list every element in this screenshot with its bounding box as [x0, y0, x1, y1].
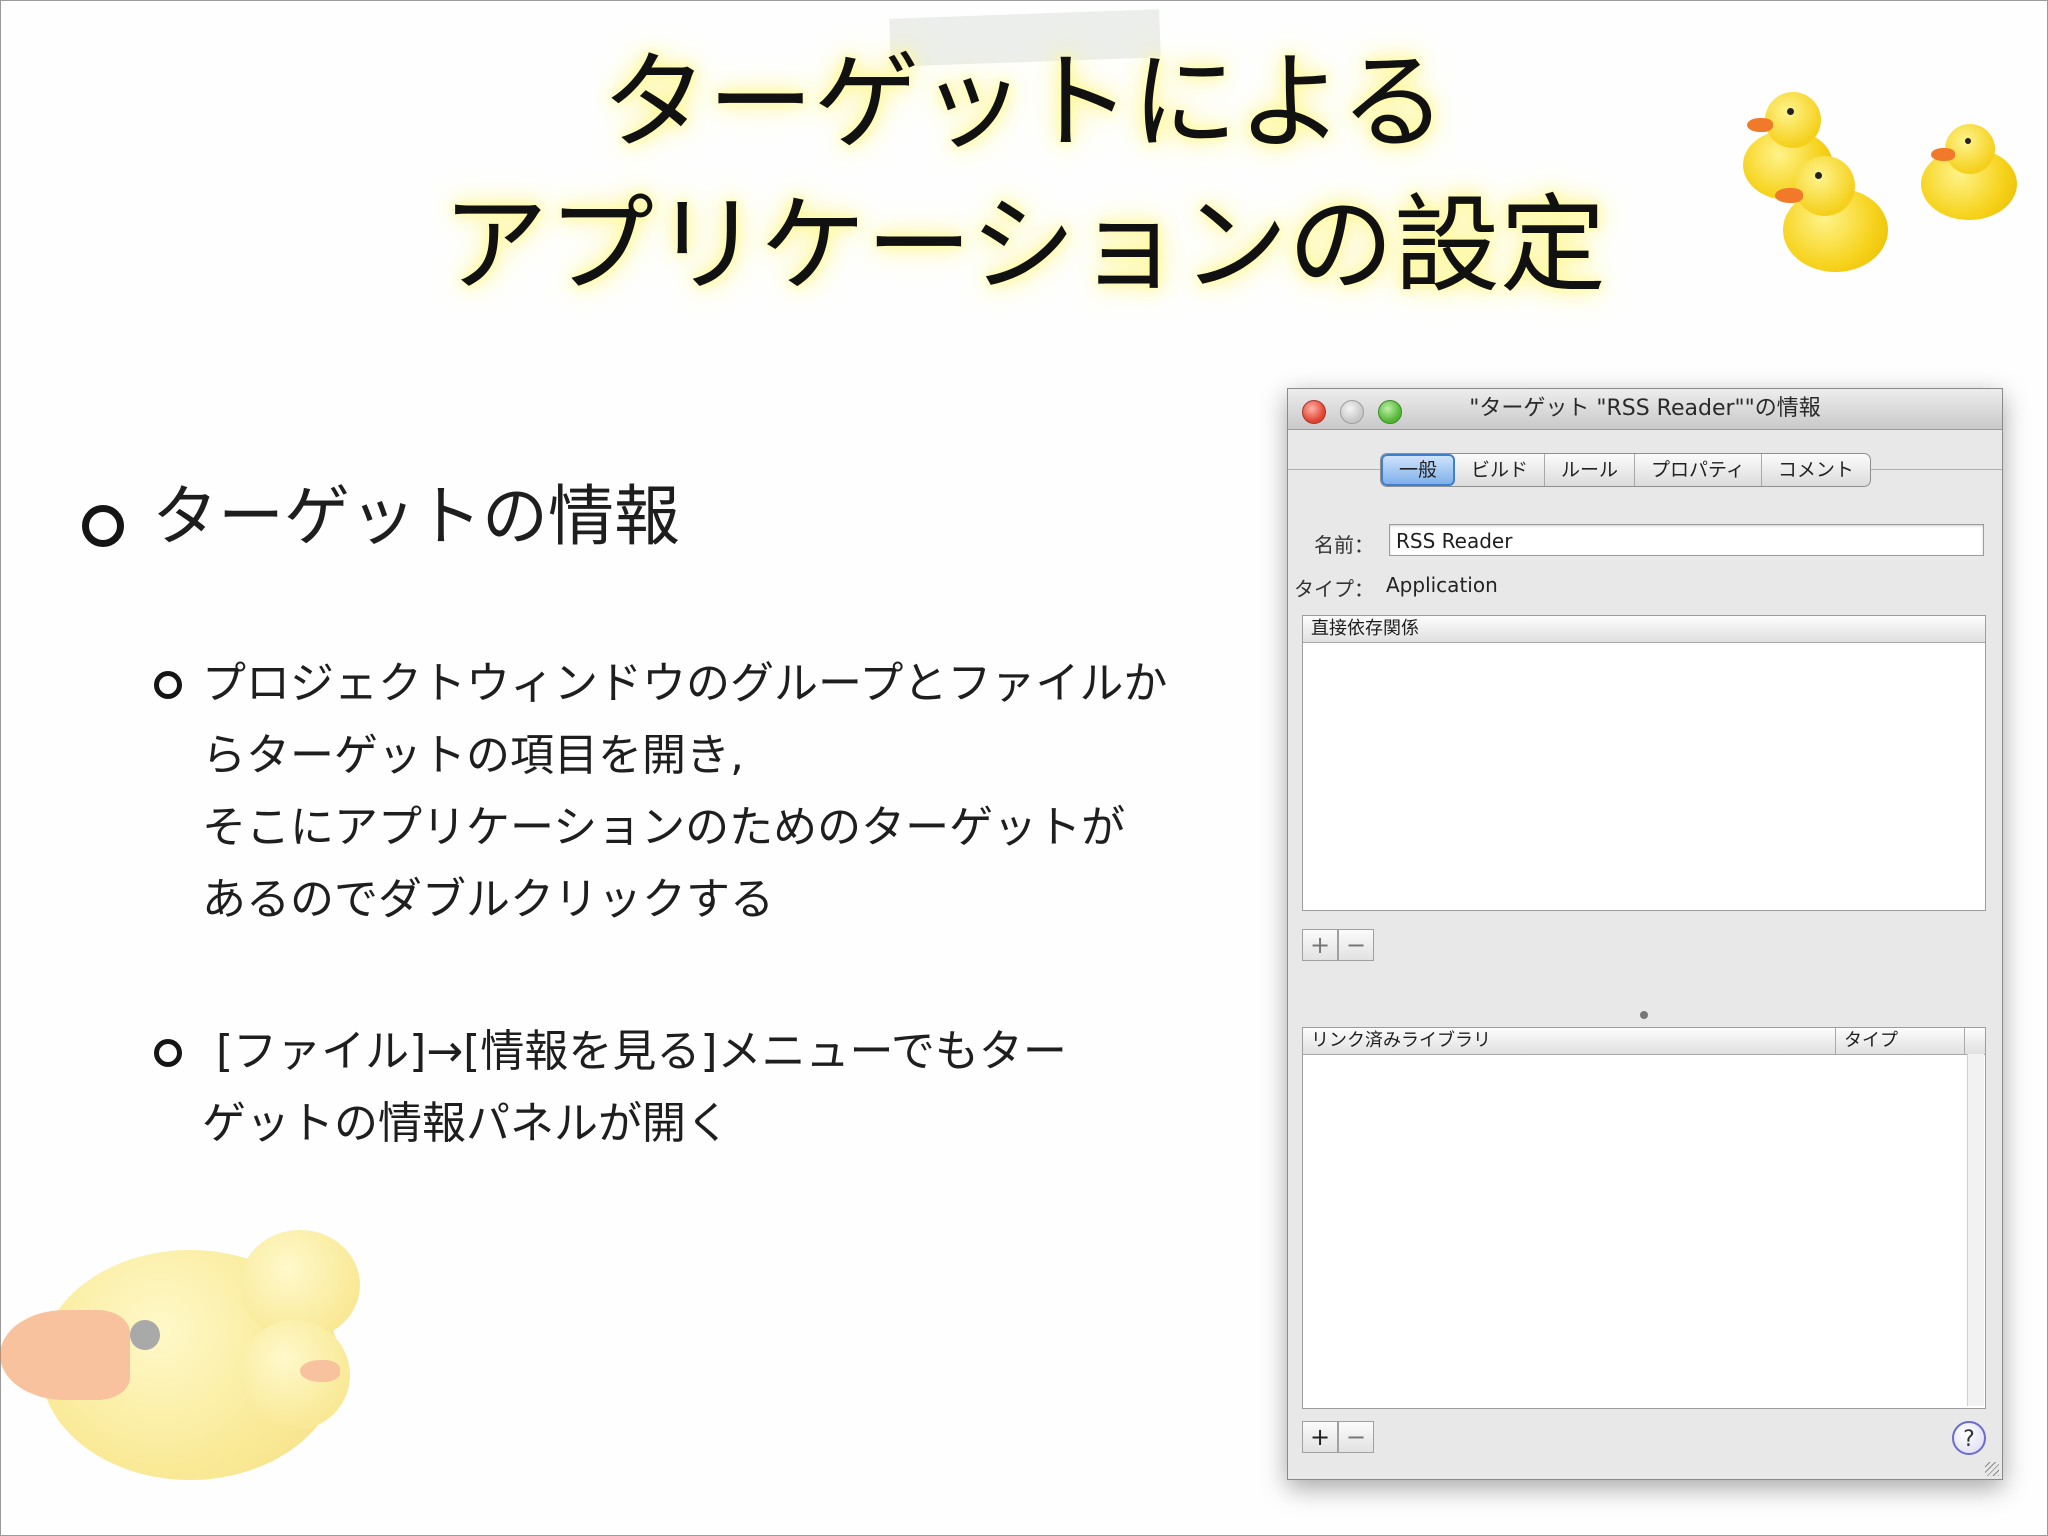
- window-titlebar[interactable]: "ターゲット "RSS Reader""の情報: [1288, 389, 2002, 430]
- tab-build[interactable]: ビルド: [1455, 454, 1546, 486]
- scrollbar[interactable]: [1967, 1054, 1984, 1406]
- sub-bullet-2: [ファイル]→[情報を見る]メニューでもター ゲットの情報パネルが開く: [202, 1016, 1067, 1160]
- sub-bullet-2-line: [ファイル]→[情報を見る]メニューでもター: [202, 1026, 1067, 1077]
- sub-bullet-1-line: そこにアプリケーションのためのターゲットが: [202, 802, 1126, 853]
- remove-library-button[interactable]: −: [1338, 1421, 1374, 1453]
- sub-bullet-2-line: ゲットの情報パネルが開く: [202, 1098, 730, 1149]
- add-library-button[interactable]: +: [1302, 1421, 1338, 1453]
- dependencies-header-label: 直接依存関係: [1311, 618, 1419, 639]
- linked-libraries-header-label: リンク済みライブラリ: [1311, 1030, 1491, 1051]
- bullet-icon: [82, 505, 124, 547]
- name-label: 名前：: [1314, 533, 1374, 557]
- resize-grip-icon[interactable]: [1985, 1462, 1999, 1476]
- duck-illustration-top-right: [1735, 92, 2017, 272]
- tab-properties[interactable]: プロパティ: [1635, 454, 1762, 486]
- help-button[interactable]: ?: [1952, 1421, 1986, 1455]
- tab-rules[interactable]: ルール: [1545, 454, 1636, 486]
- tab-general[interactable]: 一般: [1381, 454, 1456, 486]
- window-title: "ターゲット "RSS Reader""の情報: [1469, 396, 1821, 421]
- bullet-icon: [154, 671, 182, 699]
- duck-illustration-bottom-left: [0, 1190, 400, 1536]
- type-value: Application: [1386, 573, 1498, 597]
- tab-bar: 一般 ビルド ルール プロパティ コメント: [1380, 453, 1871, 487]
- sub-bullet-1-line: らターゲットの項目を開き,: [202, 730, 744, 781]
- bullet-icon: [154, 1039, 182, 1067]
- remove-dependency-button[interactable]: −: [1338, 929, 1374, 961]
- sub-bullet-1: プロジェクトウィンドウのグループとファイルか らターゲットの項目を開き, そこに…: [202, 648, 1167, 936]
- name-field[interactable]: RSS Reader: [1389, 524, 1984, 556]
- dependencies-table[interactable]: 直接依存関係: [1302, 615, 1986, 911]
- linked-libraries-table[interactable]: リンク済みライブラリ タイプ: [1302, 1027, 1986, 1409]
- add-dependency-button[interactable]: +: [1302, 929, 1338, 961]
- linked-libraries-header[interactable]: リンク済みライブラリ タイプ: [1303, 1028, 1985, 1055]
- main-bullet-text: ターゲットの情報: [152, 478, 680, 555]
- type-column-header[interactable]: タイプ: [1835, 1028, 1965, 1054]
- target-info-window: "ターゲット "RSS Reader""の情報 一般 ビルド ルール プロパティ…: [1287, 388, 2003, 1480]
- dependencies-header[interactable]: 直接依存関係: [1303, 616, 1985, 643]
- sub-bullet-1-line: プロジェクトウィンドウのグループとファイルか: [202, 658, 1168, 709]
- tab-comments[interactable]: コメント: [1762, 454, 1870, 486]
- type-label: タイプ：: [1294, 577, 1374, 601]
- split-handle[interactable]: [1640, 1011, 1648, 1019]
- sub-bullet-1-line: あるのでダブルクリックする: [202, 874, 774, 925]
